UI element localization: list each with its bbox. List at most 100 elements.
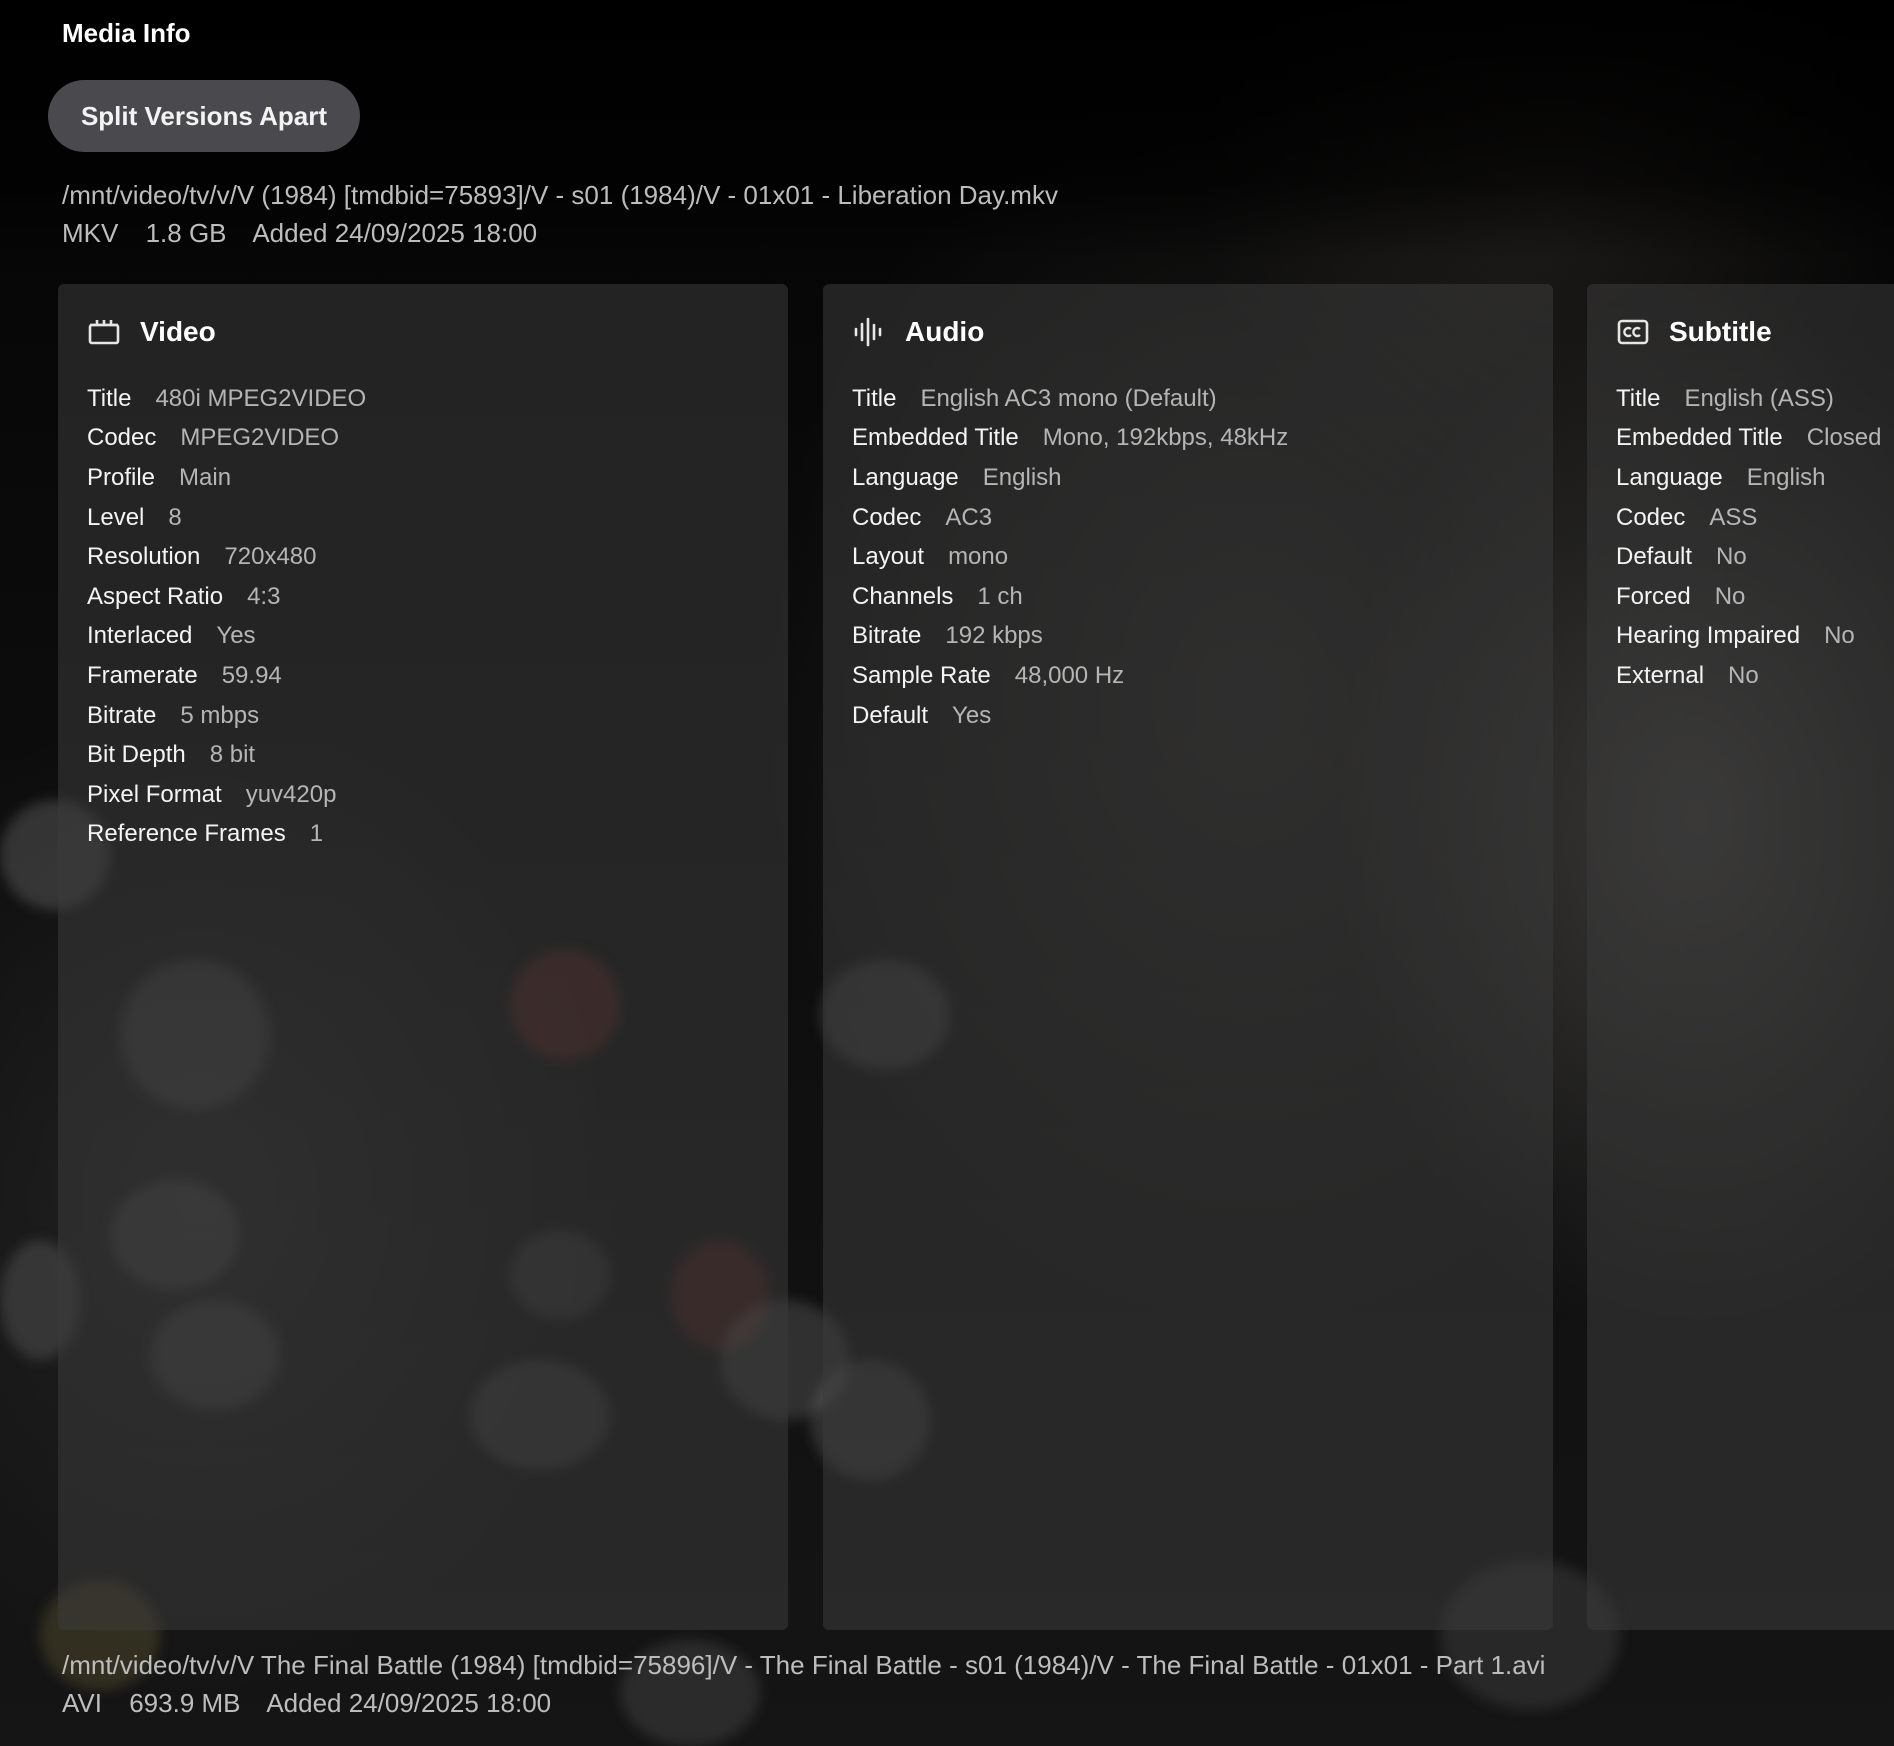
page-title: Media Info bbox=[62, 18, 191, 48]
panel-title: Subtitle bbox=[1669, 316, 1772, 347]
property-label: Bitrate bbox=[852, 622, 922, 650]
property-value: 1 ch bbox=[977, 582, 1023, 610]
property-label: Codec bbox=[87, 424, 157, 452]
waveform-icon bbox=[851, 314, 887, 350]
property-row: Default Yes bbox=[852, 696, 1288, 736]
panel-header: Video bbox=[86, 314, 216, 350]
property-value: 1 bbox=[309, 820, 324, 848]
file-added: Added 24/09/2025 18:00 bbox=[266, 1688, 552, 1718]
panel-header: Audio bbox=[851, 314, 984, 350]
property-value: No bbox=[1824, 622, 1855, 650]
property-row: External No bbox=[1616, 656, 1882, 696]
property-value: Yes bbox=[216, 622, 256, 650]
property-label: Reference Frames bbox=[87, 820, 286, 848]
property-row: Level 8 bbox=[87, 498, 366, 538]
property-value: Yes bbox=[952, 701, 992, 729]
property-value: mono bbox=[948, 543, 1009, 571]
property-value: 48,000 Hz bbox=[1014, 661, 1125, 689]
property-label: Layout bbox=[852, 543, 925, 571]
property-label: Default bbox=[852, 701, 929, 729]
video-stream-panel: Video Title 480i MPEG2VIDEO Codec MPEG2VID… bbox=[58, 284, 788, 1630]
property-label: Channels bbox=[852, 582, 954, 610]
property-value: English bbox=[982, 463, 1062, 491]
property-label: Title bbox=[1616, 384, 1661, 412]
property-label: Pixel Format bbox=[87, 780, 222, 808]
property-row: Bitrate 5 mbps bbox=[87, 696, 366, 736]
property-row: Forced No bbox=[1616, 577, 1882, 617]
property-value: Main bbox=[179, 463, 232, 491]
panel-title: Video bbox=[140, 316, 216, 347]
property-label: Hearing Impaired bbox=[1616, 622, 1801, 650]
property-row: Title 480i MPEG2VIDEO bbox=[87, 379, 366, 419]
file-added: Added 24/09/2025 18:00 bbox=[252, 218, 538, 248]
property-value: 4:3 bbox=[247, 582, 281, 610]
property-label: Codec bbox=[1616, 503, 1686, 531]
property-label: Language bbox=[852, 463, 959, 491]
file-container: AVI bbox=[62, 1688, 102, 1718]
property-row: Title English (ASS) bbox=[1616, 379, 1882, 419]
property-row: Profile Main bbox=[87, 458, 366, 498]
property-row: Codec ASS bbox=[1616, 498, 1882, 538]
property-row: Title English AC3 mono (Default) bbox=[852, 379, 1288, 419]
property-value: ASS bbox=[1709, 503, 1758, 531]
property-row: Bit Depth 8 bit bbox=[87, 735, 366, 775]
property-label: Embedded Title bbox=[852, 424, 1019, 452]
panel-header: Subtitle bbox=[1615, 314, 1772, 350]
property-label: Sample Rate bbox=[852, 661, 991, 689]
property-row: Language English bbox=[1616, 458, 1882, 498]
property-value: 480i MPEG2VIDEO bbox=[155, 384, 367, 412]
property-row: Channels 1 ch bbox=[852, 577, 1288, 617]
property-label: Title bbox=[852, 384, 897, 412]
property-label: Language bbox=[1616, 463, 1723, 491]
property-list: Title English AC3 mono (Default) Embedded… bbox=[852, 379, 1288, 735]
file-size: 693.9 MB bbox=[129, 1688, 241, 1718]
file-meta: MKV 1.8 GB Added 24/09/2025 18:00 bbox=[62, 218, 557, 249]
property-label: External bbox=[1616, 661, 1705, 689]
property-label: Bitrate bbox=[87, 701, 157, 729]
property-value: 192 kbps bbox=[945, 622, 1043, 650]
property-label: Resolution bbox=[87, 543, 201, 571]
property-row: Resolution 720x480 bbox=[87, 537, 366, 577]
property-label: Aspect Ratio bbox=[87, 582, 224, 610]
property-value: No bbox=[1716, 543, 1747, 571]
property-value: 720x480 bbox=[224, 543, 317, 571]
property-label: Bit Depth bbox=[87, 741, 186, 769]
property-value: English bbox=[1746, 463, 1826, 491]
property-row: Default No bbox=[1616, 537, 1882, 577]
file-meta: AVI 693.9 MB Added 24/09/2025 18:00 bbox=[62, 1688, 571, 1719]
property-label: Codec bbox=[852, 503, 922, 531]
panel-title: Audio bbox=[905, 316, 985, 347]
file-container: MKV bbox=[62, 218, 119, 248]
property-value: English AC3 mono (Default) bbox=[920, 384, 1217, 412]
file-path: /mnt/video/tv/v/V The Final Battle (1984… bbox=[62, 1650, 1546, 1680]
property-row: Codec MPEG2VIDEO bbox=[87, 419, 366, 459]
media-info-dialog: Media Info Split Versions Apart /mnt/vid… bbox=[0, 0, 1894, 1746]
file-size: 1.8 GB bbox=[145, 218, 227, 248]
property-row: Sample Rate 48,000 Hz bbox=[852, 656, 1288, 696]
property-value: English (ASS) bbox=[1684, 384, 1834, 412]
property-row: Hearing Impaired No bbox=[1616, 617, 1882, 657]
property-value: No bbox=[1728, 661, 1759, 689]
property-label: Title bbox=[87, 384, 132, 412]
property-row: Embedded Title Closed bbox=[1616, 419, 1882, 459]
clapperboard-icon bbox=[86, 314, 122, 350]
property-value: 8 bit bbox=[209, 741, 256, 769]
closed-captions-icon bbox=[1615, 314, 1651, 350]
subtitle-stream-panel: Subtitle Title English (ASS) Embedded Tit… bbox=[1587, 284, 1894, 1630]
property-value: MPEG2VIDEO bbox=[180, 424, 340, 452]
property-row: Bitrate 192 kbps bbox=[852, 617, 1288, 657]
property-value: No bbox=[1714, 582, 1746, 610]
property-value: 59.94 bbox=[221, 661, 282, 689]
property-label: Interlaced bbox=[87, 622, 193, 650]
property-row: Aspect Ratio 4:3 bbox=[87, 577, 366, 617]
property-label: Profile bbox=[87, 463, 156, 491]
property-row: Interlaced Yes bbox=[87, 617, 366, 657]
property-row: Layout mono bbox=[852, 537, 1288, 577]
property-row: Codec AC3 bbox=[852, 498, 1288, 538]
property-value: 8 bbox=[168, 503, 182, 531]
property-list: Title 480i MPEG2VIDEO Codec MPEG2VIDEO Pro… bbox=[87, 379, 366, 854]
file-path: /mnt/video/tv/v/V (1984) [tmdbid=75893]/… bbox=[62, 180, 1058, 210]
property-label: Embedded Title bbox=[1616, 424, 1783, 452]
property-value: Closed bbox=[1806, 424, 1882, 452]
split-versions-button[interactable]: Split Versions Apart bbox=[48, 80, 360, 152]
